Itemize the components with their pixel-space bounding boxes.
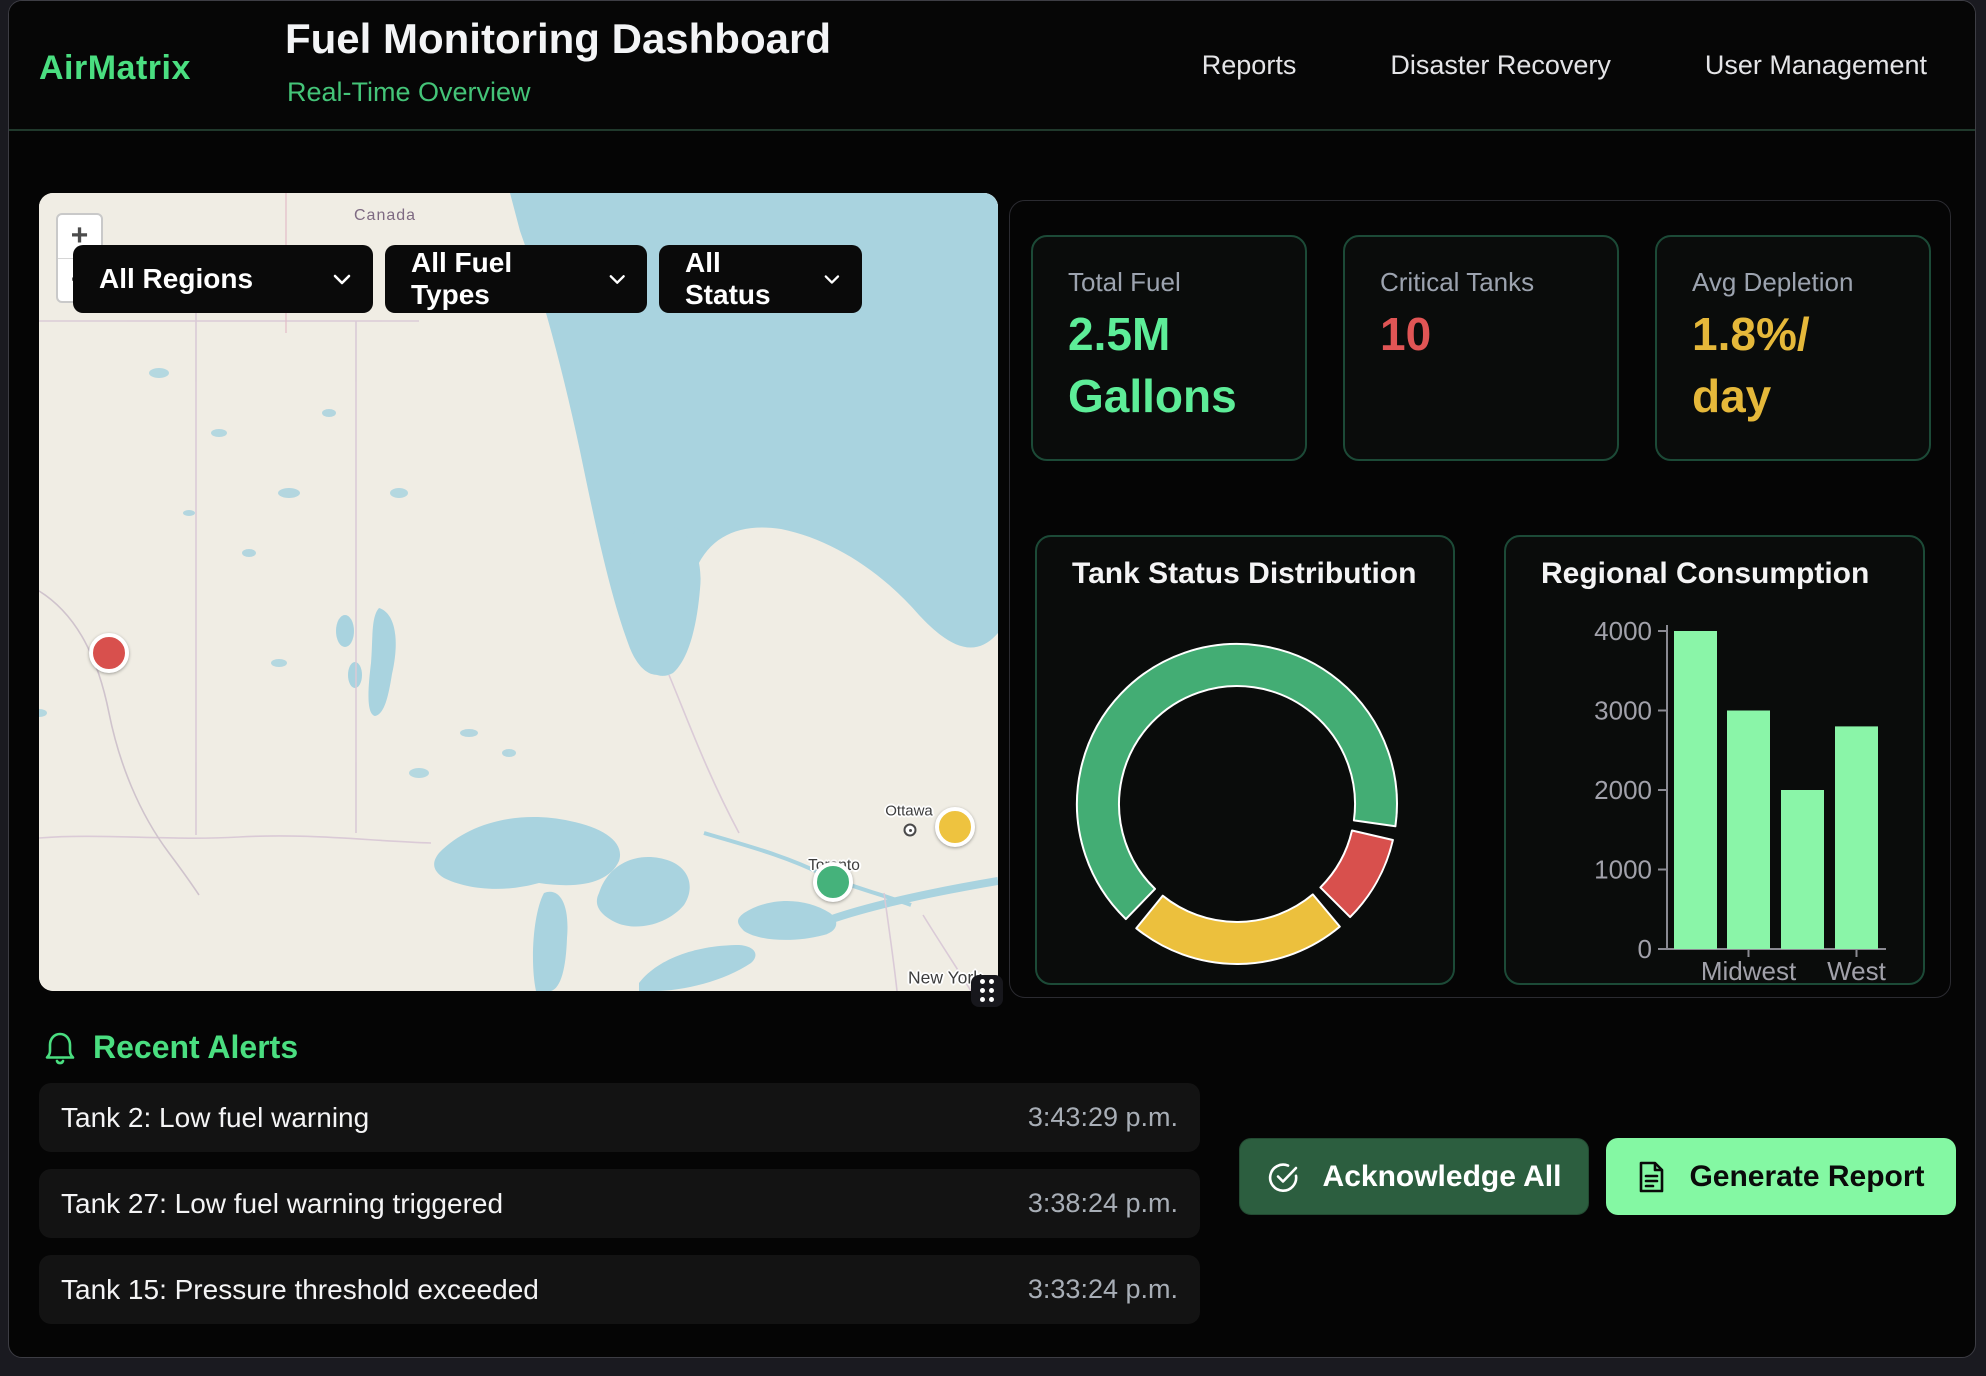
chevron-down-icon bbox=[609, 274, 625, 285]
resize-grip-icon[interactable] bbox=[971, 975, 1003, 1007]
page-subtitle: Real-Time Overview bbox=[287, 77, 531, 108]
top-nav: Reports Disaster Recovery User Managemen… bbox=[1202, 1, 1927, 129]
bar-ytick-label: 1000 bbox=[1594, 855, 1652, 885]
alert-timestamp: 3:43:29 p.m. bbox=[1028, 1102, 1178, 1133]
app-root: AirMatrix Fuel Monitoring Dashboard Real… bbox=[0, 0, 1986, 1376]
donut-segment-red[interactable] bbox=[1320, 831, 1393, 918]
alerts-header: Recent Alerts bbox=[45, 1029, 298, 1066]
alert-message: Tank 27: Low fuel warning triggered bbox=[61, 1188, 503, 1220]
acknowledge-all-label: Acknowledge All bbox=[1323, 1160, 1562, 1194]
region-filter-dropdown[interactable]: All Regions bbox=[73, 245, 373, 313]
alert-row[interactable]: Tank 27: Low fuel warning triggered 3:38… bbox=[39, 1169, 1200, 1238]
tank-status-donut-chart bbox=[1037, 537, 1455, 985]
metrics-panel: Total Fuel 2.5MGallons Critical Tanks 10… bbox=[1009, 200, 1951, 998]
consumption-bar[interactable] bbox=[1835, 726, 1878, 949]
stat-label: Critical Tanks bbox=[1380, 267, 1534, 298]
stat-label: Avg Depletion bbox=[1692, 267, 1853, 298]
consumption-bar[interactable] bbox=[1674, 631, 1717, 949]
stat-value: 2.5MGallons bbox=[1068, 303, 1278, 427]
brand-logo: AirMatrix bbox=[39, 49, 191, 88]
bar-ytick-label: 4000 bbox=[1594, 616, 1652, 646]
nav-user-management[interactable]: User Management bbox=[1705, 50, 1927, 81]
nav-disaster-recovery[interactable]: Disaster Recovery bbox=[1390, 50, 1611, 81]
fuel-type-filter-label: All Fuel Types bbox=[411, 247, 583, 311]
alert-timestamp: 3:38:24 p.m. bbox=[1028, 1188, 1178, 1219]
alert-message: Tank 2: Low fuel warning bbox=[61, 1102, 369, 1134]
status-filter-dropdown[interactable]: All Status bbox=[659, 245, 862, 313]
check-circle-icon bbox=[1267, 1161, 1299, 1193]
chevron-down-icon bbox=[824, 274, 840, 285]
acknowledge-all-button[interactable]: Acknowledge All bbox=[1239, 1138, 1589, 1215]
consumption-bar[interactable] bbox=[1727, 711, 1770, 950]
consumption-bar[interactable] bbox=[1781, 790, 1824, 949]
donut-chart-card: Tank Status Distribution bbox=[1035, 535, 1455, 985]
stat-label: Total Fuel bbox=[1068, 267, 1181, 298]
stat-value: 1.8%/day bbox=[1692, 303, 1902, 427]
tank-map-marker[interactable] bbox=[813, 862, 853, 902]
stat-card-avg-depletion: Avg Depletion 1.8%/day bbox=[1655, 235, 1931, 461]
tank-map-marker[interactable] bbox=[89, 633, 129, 673]
dashboard-shell: AirMatrix Fuel Monitoring Dashboard Real… bbox=[8, 0, 1976, 1358]
fuel-type-filter-dropdown[interactable]: All Fuel Types bbox=[385, 245, 647, 313]
map-filters: All Regions All Fuel Types All Status bbox=[73, 245, 862, 313]
generate-report-label: Generate Report bbox=[1689, 1160, 1924, 1194]
tank-map-marker[interactable] bbox=[935, 807, 975, 847]
donut-segment-yellow[interactable] bbox=[1136, 894, 1340, 964]
nav-reports[interactable]: Reports bbox=[1202, 50, 1297, 81]
bar-xtick-label: West bbox=[1827, 956, 1887, 985]
header: AirMatrix Fuel Monitoring Dashboard Real… bbox=[9, 1, 1975, 131]
town-dot-icon bbox=[904, 824, 917, 837]
alert-message: Tank 15: Pressure threshold exceeded bbox=[61, 1274, 539, 1306]
alert-timestamp: 3:33:24 p.m. bbox=[1028, 1274, 1178, 1305]
map-city-label: Ottawa bbox=[885, 803, 933, 820]
bar-chart-title: Regional Consumption bbox=[1541, 557, 1869, 591]
donut-chart-title: Tank Status Distribution bbox=[1072, 557, 1416, 591]
alerts-title: Recent Alerts bbox=[93, 1029, 298, 1066]
page-title: Fuel Monitoring Dashboard bbox=[285, 15, 831, 63]
generate-report-button[interactable]: Generate Report bbox=[1606, 1138, 1956, 1215]
bar-ytick-label: 3000 bbox=[1594, 696, 1652, 726]
chevron-down-icon bbox=[333, 274, 351, 285]
file-text-icon bbox=[1637, 1161, 1665, 1193]
bar-chart-card: 0 1000 2000 3000 4000 Midwest West Regional Co… bbox=[1504, 535, 1925, 985]
alert-row[interactable]: Tank 2: Low fuel warning 3:43:29 p.m. bbox=[39, 1083, 1200, 1152]
bar-ytick-label: 2000 bbox=[1594, 775, 1652, 805]
status-filter-label: All Status bbox=[685, 247, 798, 311]
bell-icon bbox=[45, 1031, 75, 1065]
alert-row[interactable]: Tank 15: Pressure threshold exceeded 3:3… bbox=[39, 1255, 1200, 1324]
stat-card-total-fuel: Total Fuel 2.5MGallons bbox=[1031, 235, 1307, 461]
bar-ytick-label: 0 bbox=[1638, 934, 1652, 964]
stat-card-critical-tanks: Critical Tanks 10 bbox=[1343, 235, 1619, 461]
stat-value: 10 bbox=[1380, 303, 1590, 365]
bar-xtick-label: Midwest bbox=[1701, 956, 1797, 985]
map-panel[interactable]: Canada OttawaTorontoNew York + − All Reg… bbox=[39, 193, 998, 991]
regional-consumption-bar-chart: 0 1000 2000 3000 4000 Midwest West bbox=[1506, 537, 1925, 985]
region-filter-label: All Regions bbox=[99, 263, 253, 295]
